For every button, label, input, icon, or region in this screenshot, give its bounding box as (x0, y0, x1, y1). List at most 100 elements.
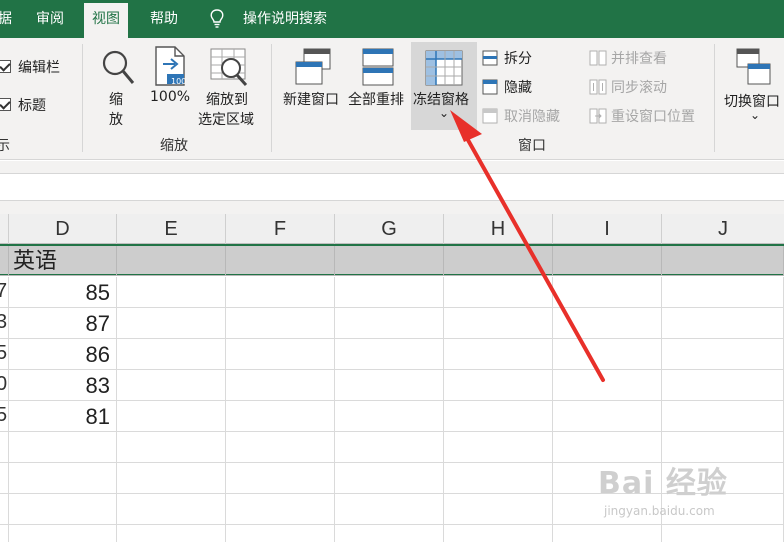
tab-help[interactable]: 帮助 (150, 0, 178, 38)
cell[interactable] (335, 525, 444, 542)
cell[interactable]: 5 (0, 401, 9, 432)
cell[interactable] (226, 308, 335, 339)
cell[interactable] (553, 525, 662, 542)
cell[interactable] (9, 494, 117, 525)
cell[interactable] (662, 525, 784, 542)
english-score-cell[interactable]: 81 (9, 401, 117, 432)
cell[interactable] (444, 370, 553, 401)
cell[interactable] (0, 246, 9, 276)
column-header-i[interactable]: I (553, 214, 662, 244)
english-score-cell[interactable]: 85 (9, 277, 117, 308)
cell[interactable]: 5 (0, 339, 9, 370)
cell[interactable] (553, 308, 662, 339)
column-header-f[interactable]: F (226, 214, 335, 244)
english-score-cell[interactable]: 87 (9, 308, 117, 339)
switch-windows-button[interactable]: 切换窗口 ⌄ (722, 44, 784, 130)
cell[interactable] (444, 432, 553, 463)
column-header-h[interactable]: H (444, 214, 553, 244)
zoom-to-selection-button[interactable]: 缩放到 选定区域 (196, 44, 262, 128)
cell[interactable] (444, 401, 553, 432)
cell[interactable] (553, 339, 662, 370)
cell[interactable] (335, 463, 444, 494)
cell[interactable] (444, 246, 553, 276)
cell[interactable] (335, 339, 444, 370)
english-score-cell[interactable]: 86 (9, 339, 117, 370)
cell[interactable] (9, 525, 117, 542)
cell[interactable] (662, 277, 784, 308)
column-header-g[interactable]: G (335, 214, 444, 244)
cell[interactable] (117, 463, 226, 494)
cell[interactable] (662, 246, 784, 276)
cell[interactable] (444, 463, 553, 494)
column-header-e[interactable]: E (117, 214, 226, 244)
cell[interactable] (117, 494, 226, 525)
arrange-all-button[interactable]: 全部重排 (346, 44, 410, 114)
cell[interactable] (226, 401, 335, 432)
cell[interactable] (335, 277, 444, 308)
english-score-cell[interactable]: 83 (9, 370, 117, 401)
column-header-j[interactable]: J (662, 214, 784, 244)
new-window-button[interactable]: 新建窗口 (281, 44, 345, 114)
cell[interactable] (226, 525, 335, 542)
cell[interactable] (0, 432, 9, 463)
lightbulb-icon[interactable] (209, 9, 225, 29)
cell[interactable] (117, 401, 226, 432)
cell[interactable] (9, 432, 117, 463)
column-header-partial[interactable] (0, 214, 9, 244)
cell[interactable] (0, 494, 9, 525)
sync-scroll-button[interactable]: 同步滚动 (587, 77, 687, 97)
cell[interactable]: 3 (0, 308, 9, 339)
cell[interactable] (335, 432, 444, 463)
cell[interactable] (117, 525, 226, 542)
cell[interactable] (662, 401, 784, 432)
cell[interactable] (117, 432, 226, 463)
headings-checkbox[interactable] (0, 98, 11, 111)
header-cell-english[interactable]: 英语 (9, 246, 117, 276)
freeze-panes-button[interactable]: 冻结窗格 ⌄ (411, 42, 477, 130)
cell[interactable] (444, 339, 553, 370)
tab-view[interactable]: 视图 (84, 3, 128, 38)
cell[interactable] (226, 463, 335, 494)
cell[interactable] (226, 494, 335, 525)
cell[interactable] (444, 525, 553, 542)
zoom-100-button[interactable]: 100 100% (146, 44, 196, 114)
cell[interactable] (662, 339, 784, 370)
cell[interactable] (553, 401, 662, 432)
reset-window-position-button[interactable]: 重设窗口位置 (587, 106, 707, 126)
cell[interactable]: 0 (0, 370, 9, 401)
tell-me-search[interactable]: 操作说明搜索 (243, 0, 327, 38)
cell[interactable] (662, 370, 784, 401)
hide-button[interactable]: 隐藏 (480, 77, 560, 97)
headings-label[interactable]: 标题 (18, 95, 46, 115)
cell[interactable] (335, 370, 444, 401)
cell[interactable] (553, 246, 662, 276)
cell[interactable] (335, 494, 444, 525)
cell[interactable] (226, 246, 335, 276)
cell[interactable] (0, 463, 9, 494)
cell[interactable] (226, 339, 335, 370)
cell[interactable] (117, 339, 226, 370)
formula-bar-label[interactable]: 编辑栏 (18, 57, 60, 77)
cell[interactable] (553, 370, 662, 401)
cell[interactable] (117, 370, 226, 401)
unhide-button[interactable]: 取消隐藏 (480, 106, 570, 126)
tab-data[interactable]: 据 (0, 0, 12, 38)
column-header-d[interactable]: D (9, 214, 117, 244)
formula-bar[interactable] (0, 173, 784, 201)
view-side-by-side-button[interactable]: 并排查看 (587, 48, 687, 68)
cell[interactable] (662, 308, 784, 339)
zoom-button[interactable]: 缩 放 (92, 44, 142, 128)
cell[interactable]: 7 (0, 277, 9, 308)
tab-review[interactable]: 审阅 (36, 0, 64, 38)
cell[interactable] (335, 246, 444, 276)
split-button[interactable]: 拆分 (480, 48, 560, 68)
cell[interactable] (9, 463, 117, 494)
cell[interactable] (0, 525, 9, 542)
formula-bar-checkbox[interactable] (0, 60, 11, 73)
cell[interactable] (226, 277, 335, 308)
cell[interactable] (444, 308, 553, 339)
cell[interactable] (117, 277, 226, 308)
cell[interactable] (335, 308, 444, 339)
cell[interactable] (117, 246, 226, 276)
cell[interactable] (444, 277, 553, 308)
